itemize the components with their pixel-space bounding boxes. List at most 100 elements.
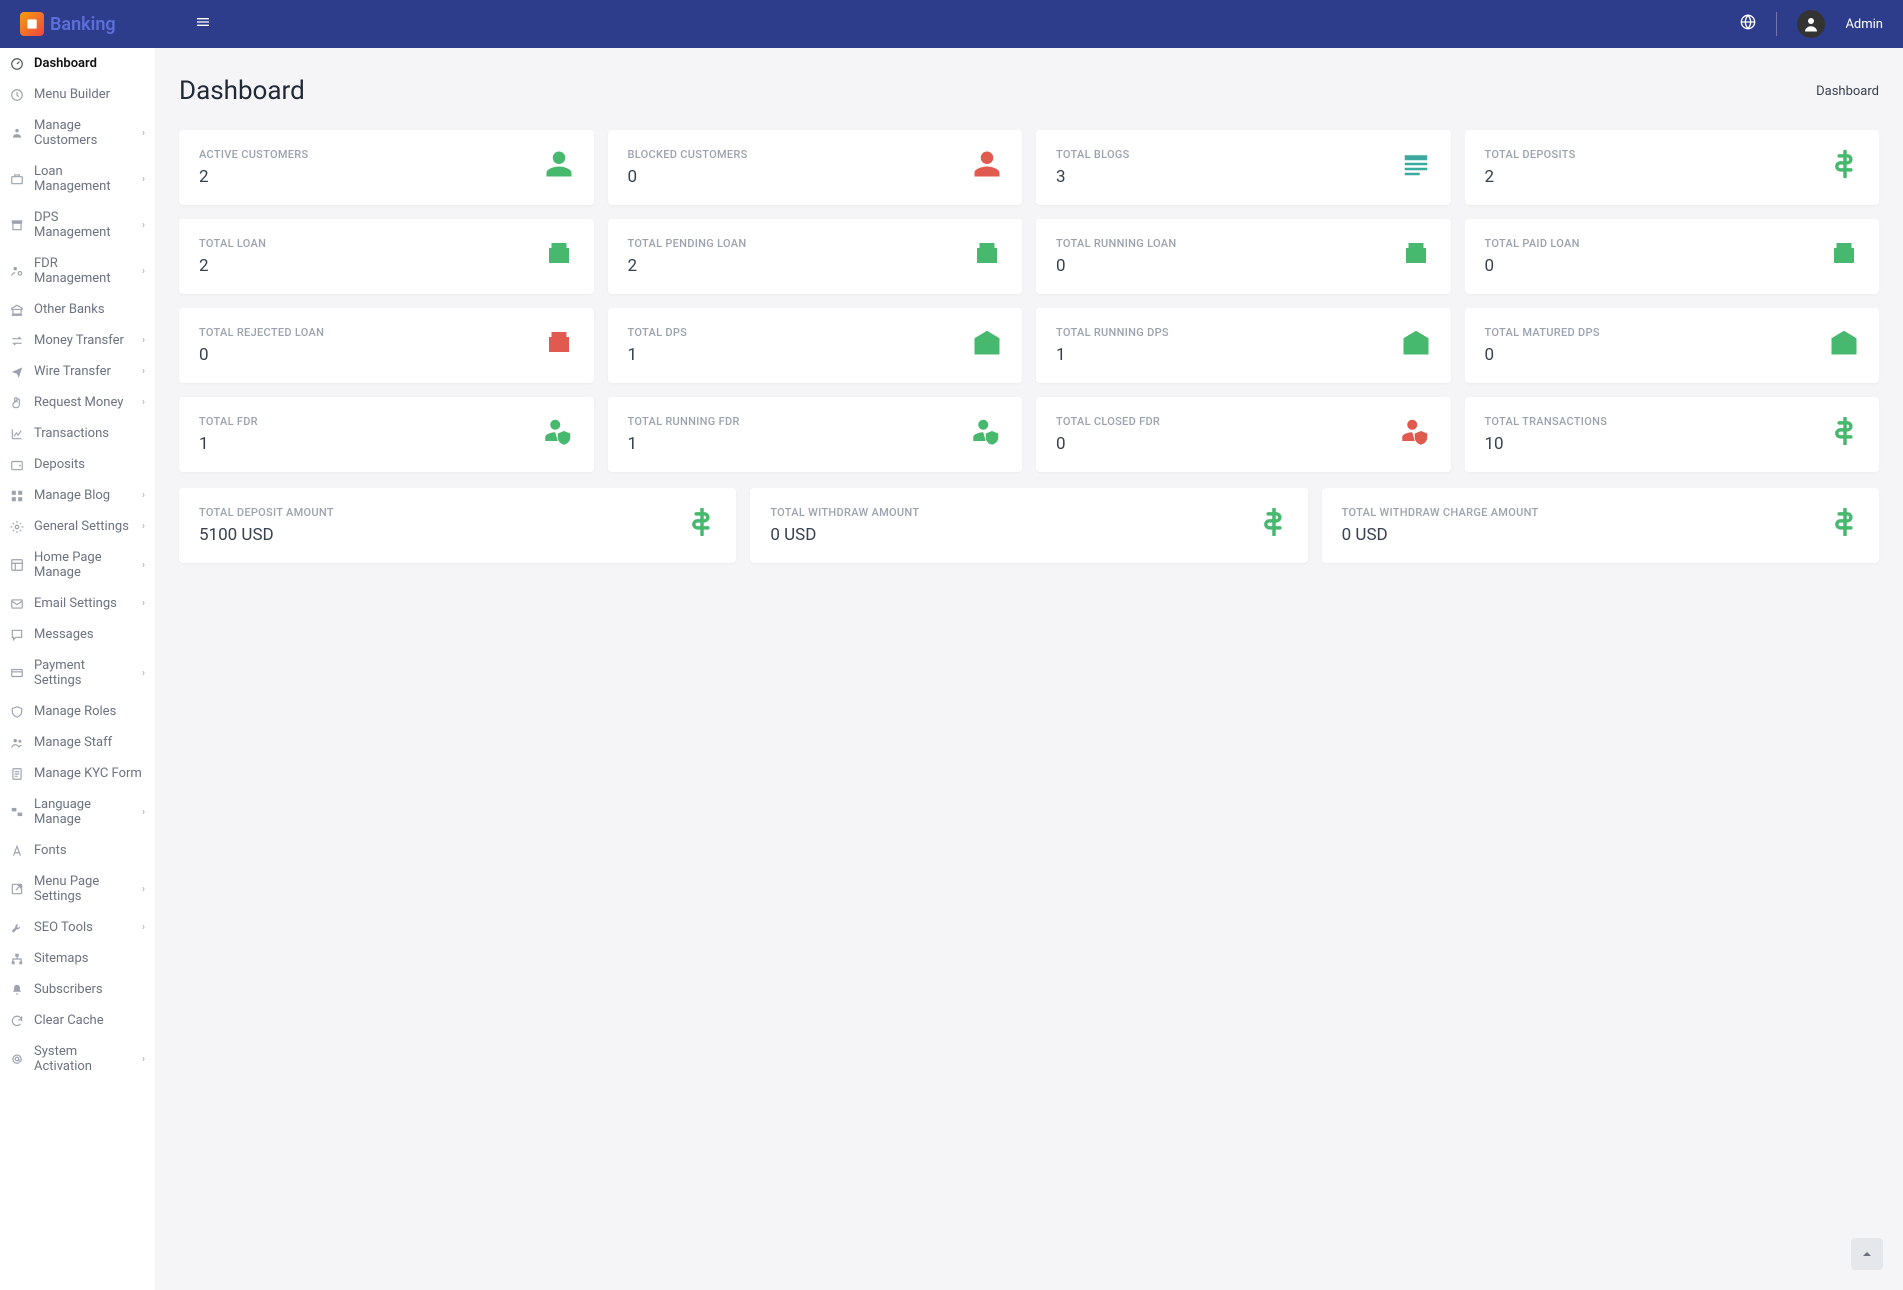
dashboard-icon xyxy=(10,57,24,71)
stat-card[interactable]: TOTAL RUNNING LOAN0 xyxy=(1036,219,1451,294)
user-icon xyxy=(544,149,574,186)
stat-card[interactable]: TOTAL DEPOSITS2 xyxy=(1465,130,1880,205)
sidebar-item-manage-kyc-form[interactable]: Manage KYC Form xyxy=(0,758,155,789)
sidebar-item-deposits[interactable]: Deposits xyxy=(0,449,155,480)
stat-card[interactable]: TOTAL DPS1 xyxy=(608,308,1023,383)
sidebar-item-payment-settings[interactable]: Payment Settings› xyxy=(0,650,155,696)
card-value: 1 xyxy=(628,345,688,365)
sidebar-item-manage-staff[interactable]: Manage Staff xyxy=(0,727,155,758)
chevron-right-icon: › xyxy=(142,922,145,933)
register-icon xyxy=(972,238,1002,275)
card-info: TOTAL WITHDRAW CHARGE AMOUNT0 USD xyxy=(1342,506,1539,545)
sidebar-item-label: Request Money xyxy=(34,395,123,410)
user-gear-icon xyxy=(10,264,24,278)
avatar-icon[interactable] xyxy=(1797,10,1825,38)
stat-card[interactable]: TOTAL RUNNING FDR 1 xyxy=(608,397,1023,472)
sidebar-item-label: Sitemaps xyxy=(34,951,89,966)
sidebar-item-dashboard[interactable]: Dashboard xyxy=(0,48,155,79)
breadcrumb[interactable]: Dashboard xyxy=(1816,84,1879,99)
stat-card[interactable]: TOTAL WITHDRAW AMOUNT0 USD xyxy=(750,488,1307,563)
sidebar-item-label: Menu Builder xyxy=(34,87,110,102)
sidebar-item-fonts[interactable]: Fonts xyxy=(0,835,155,866)
card-label: BLOCKED CUSTOMERS xyxy=(628,148,748,161)
sidebar-item-label: Manage Roles xyxy=(34,704,116,719)
card-info: TOTAL BLOGS3 xyxy=(1056,148,1130,187)
sidebar-item-menu-page-settings[interactable]: Menu Page Settings› xyxy=(0,866,155,912)
sidebar-item-money-transfer[interactable]: Money Transfer› xyxy=(0,325,155,356)
sidebar-item-home-page-manage[interactable]: Home Page Manage› xyxy=(0,542,155,588)
card-label: TOTAL DEPOSIT AMOUNT xyxy=(199,506,334,519)
sidebar-item-label: Subscribers xyxy=(34,982,103,997)
list-icon xyxy=(1401,149,1431,186)
stat-card[interactable]: TOTAL CLOSED FDR0 xyxy=(1036,397,1451,472)
card-value: 1 xyxy=(1056,345,1169,365)
chevron-right-icon: › xyxy=(142,560,145,571)
stat-card[interactable]: BLOCKED CUSTOMERS0 xyxy=(608,130,1023,205)
chevron-right-icon: › xyxy=(142,335,145,346)
sidebar-item-messages[interactable]: Messages xyxy=(0,619,155,650)
sidebar-item-email-settings[interactable]: Email Settings› xyxy=(0,588,155,619)
sidebar-item-sitemaps[interactable]: Sitemaps xyxy=(0,943,155,974)
sidebar-item-wire-transfer[interactable]: Wire Transfer› xyxy=(0,356,155,387)
sidebar-item-other-banks[interactable]: Other Banks xyxy=(0,294,155,325)
stat-card[interactable]: TOTAL REJECTED LOAN0 xyxy=(179,308,594,383)
chevron-right-icon: › xyxy=(142,128,145,139)
sidebar-item-transactions[interactable]: Transactions xyxy=(0,418,155,449)
stat-card[interactable]: TOTAL PENDING LOAN2 xyxy=(608,219,1023,294)
refresh-icon xyxy=(10,1014,24,1028)
sidebar-item-system-activation[interactable]: System Activation› xyxy=(0,1036,155,1082)
stat-card[interactable]: TOTAL BLOGS3 xyxy=(1036,130,1451,205)
sidebar-item-dps-management[interactable]: DPS Management› xyxy=(0,202,155,248)
send-icon xyxy=(10,365,24,379)
sidebar-item-menu-builder[interactable]: Menu Builder xyxy=(0,79,155,110)
bank-icon xyxy=(10,303,24,317)
sidebar-item-manage-blog[interactable]: Manage Blog› xyxy=(0,480,155,511)
stat-card[interactable]: TOTAL MATURED DPS0 xyxy=(1465,308,1880,383)
scroll-top-button[interactable] xyxy=(1851,1238,1883,1270)
sidebar-item-label: SEO Tools xyxy=(34,920,93,935)
user-shield-icon xyxy=(544,416,574,453)
layout-icon xyxy=(10,558,24,572)
sidebar-item-request-money[interactable]: Request Money› xyxy=(0,387,155,418)
card-info: ACTIVE CUSTOMERS2 xyxy=(199,148,309,187)
sidebar-item-seo-tools[interactable]: SEO Tools › xyxy=(0,912,155,943)
sidebar-item-loan-management[interactable]: Loan Management› xyxy=(0,156,155,202)
warehouse-icon xyxy=(1829,327,1859,364)
sidebar-item-label: Payment Settings xyxy=(34,658,132,688)
page-title: Dashboard xyxy=(179,76,305,106)
globe-icon[interactable] xyxy=(1740,14,1756,34)
sidebar-item-manage-customers[interactable]: Manage Customers › xyxy=(0,110,155,156)
card-info: BLOCKED CUSTOMERS0 xyxy=(628,148,748,187)
lang-icon xyxy=(10,805,24,819)
card-label: TOTAL BLOGS xyxy=(1056,148,1130,161)
sidebar-item-subscribers[interactable]: Subscribers xyxy=(0,974,155,1005)
wrench-icon xyxy=(10,921,24,935)
sidebar-item-fdr-management[interactable]: FDR Management› xyxy=(0,248,155,294)
sidebar-item-label: Fonts xyxy=(34,843,67,858)
stat-card[interactable]: TOTAL RUNNING DPS1 xyxy=(1036,308,1451,383)
stat-card[interactable]: TOTAL LOAN2 xyxy=(179,219,594,294)
card-label: TOTAL RUNNING FDR xyxy=(628,415,740,428)
stat-card[interactable]: ACTIVE CUSTOMERS2 xyxy=(179,130,594,205)
register-icon xyxy=(1401,238,1431,275)
sidebar-item-manage-roles[interactable]: Manage Roles xyxy=(0,696,155,727)
stat-card[interactable]: TOTAL WITHDRAW CHARGE AMOUNT0 USD xyxy=(1322,488,1879,563)
stat-card[interactable]: TOTAL PAID LOAN0 xyxy=(1465,219,1880,294)
card-value: 1 xyxy=(628,434,740,454)
mail-icon xyxy=(10,597,24,611)
dollar-icon xyxy=(1831,150,1859,185)
hand-icon xyxy=(10,396,24,410)
card-info: TOTAL DEPOSITS2 xyxy=(1485,148,1576,187)
hamburger-icon[interactable] xyxy=(195,14,211,34)
user-name[interactable]: Admin xyxy=(1845,17,1883,32)
stat-card[interactable]: TOTAL TRANSACTIONS10 xyxy=(1465,397,1880,472)
card-label: TOTAL MATURED DPS xyxy=(1485,326,1600,339)
stat-card[interactable]: TOTAL FDR1 xyxy=(179,397,594,472)
logo[interactable]: Banking xyxy=(20,12,175,36)
sidebar-item-language-manage[interactable]: Language Manage› xyxy=(0,789,155,835)
sidebar-item-label: Manage Customers xyxy=(34,118,132,148)
sidebar-item-general-settings[interactable]: General Settings› xyxy=(0,511,155,542)
stats-row-4: TOTAL FDR1 TOTAL RUNNING FDR 1 TOTAL CLOSED… xyxy=(171,397,1887,472)
stat-card[interactable]: TOTAL DEPOSIT AMOUNT5100 USD xyxy=(179,488,736,563)
sidebar-item-clear-cache[interactable]: Clear Cache xyxy=(0,1005,155,1036)
